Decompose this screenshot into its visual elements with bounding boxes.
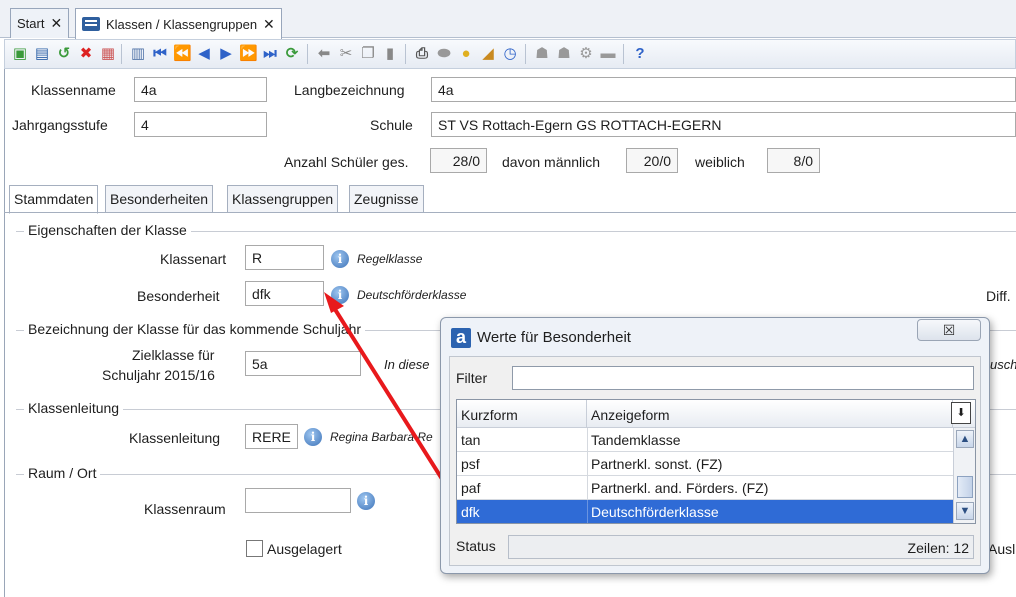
filter-input[interactable] [512,366,974,390]
filter-label: Filter [456,370,488,386]
cell-anzeigeform: Partnerkl. and. Förders. (FZ) [591,480,769,496]
column-header-anzeigeform[interactable]: Anzeigeform [587,400,953,428]
table-row[interactable]: tan Tandemklasse [457,428,953,452]
column-chooser-icon[interactable]: ⬇ [951,402,971,424]
table-row[interactable]: paf Partnerkl. and. Förders. (FZ) [457,476,953,500]
status-bar: Zeilen: 12 [508,535,974,559]
werte-dialog: a Werte für Besonderheit ☒ Filter Kurzfo… [440,317,990,574]
table-row[interactable]: psf Partnerkl. sonst. (FZ) [457,452,953,476]
status-label: Status [456,538,496,554]
scroll-up-icon[interactable]: ▲ [956,430,974,448]
dialog-title: Werte für Besonderheit [477,329,631,346]
cell-anzeigeform: Tandemklasse [591,432,681,448]
cell-anzeigeform: Partnerkl. sonst. (FZ) [591,456,723,472]
scrollbar-thumb[interactable] [957,476,973,498]
cell-anzeigeform: Deutschförderklasse [591,504,719,520]
table-row-selected[interactable]: dfk Deutschförderklasse [457,500,953,523]
cell-kurzform: psf [461,456,480,472]
cell-kurzform: dfk [461,504,480,520]
cell-kurzform: tan [461,432,481,448]
werte-grid: Kurzform Anzeigeform ⬇ tan Tandemklasse … [456,399,976,524]
column-header-kurzform[interactable]: Kurzform [457,400,587,428]
cell-kurzform: paf [461,480,481,496]
app-logo-icon: a [451,328,471,348]
zeilen-count: Zeilen: 12 [907,540,969,556]
scroll-down-icon[interactable]: ▼ [956,502,974,520]
dialog-body: Filter Kurzform Anzeigeform ⬇ tan Tandem… [449,356,981,566]
grid-scrollbar[interactable]: ▲ ▼ [953,428,975,523]
dialog-close-button[interactable]: ☒ [917,319,981,341]
